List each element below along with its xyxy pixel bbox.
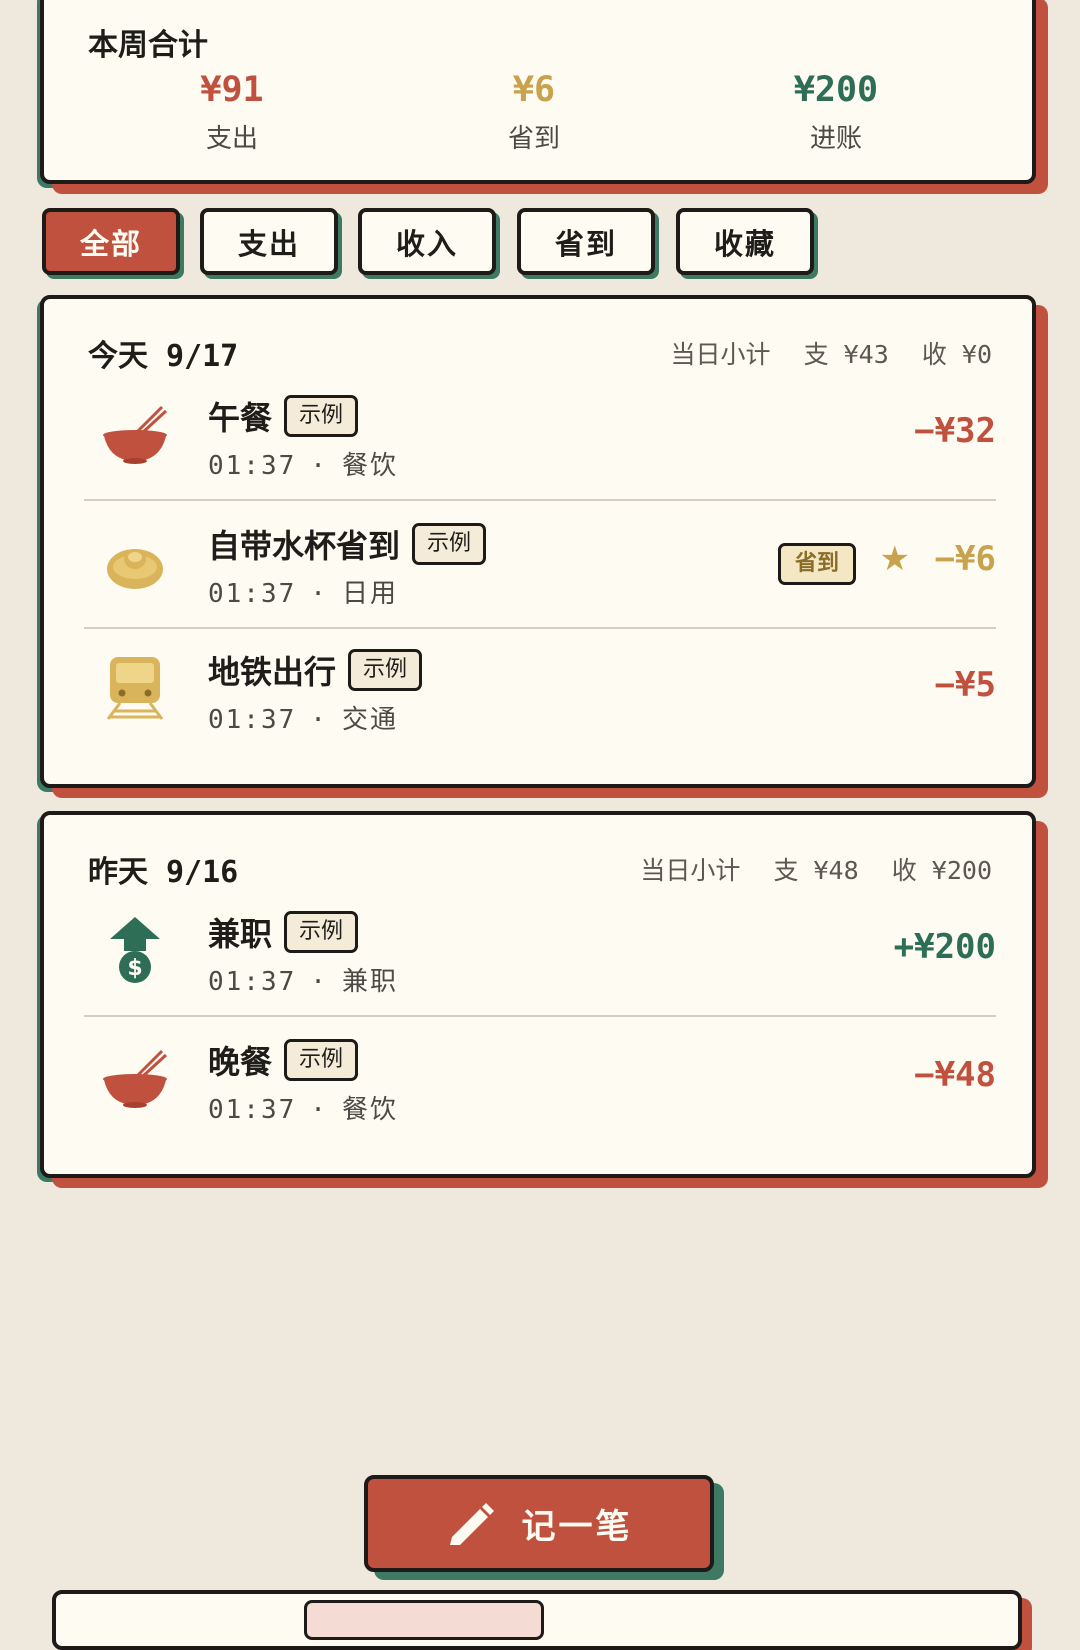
entry-time: 01:37 [208, 451, 297, 481]
entry-title: 午餐 [208, 399, 273, 437]
subtotal-label: 当日小计 [670, 340, 771, 369]
subtotal-expense: 支 ¥43 [803, 340, 889, 369]
entry-name: 自带水杯省到 示例 [208, 521, 487, 567]
day-label: 今天 [88, 339, 148, 374]
day-date: 9/17 [166, 339, 239, 374]
meta-separator: · [310, 451, 328, 481]
subtotal-income: 收 ¥200 [891, 856, 992, 885]
list-item[interactable]: 自带水杯省到 示例 01:37 · 日用 省到 ★ −¥6 [84, 503, 996, 629]
bottom-nav-active-tab[interactable] [304, 1600, 544, 1640]
summary-saved-label: 省到 [507, 124, 560, 154]
tab-income[interactable]: 收入 [358, 208, 496, 275]
list-item[interactable]: 午餐 示例 01:37 · 餐饮 −¥32 [84, 375, 996, 501]
list-item[interactable]: 晚餐 示例 01:37 · 餐饮 −¥48 [84, 1019, 996, 1145]
day-subtotal: 当日小计 支 ¥43 收 ¥0 [652, 335, 992, 371]
entry-meta: 01:37 · 餐饮 [208, 1089, 398, 1126]
entry-category: 交通 [341, 705, 398, 735]
entry-amount: −¥32 [914, 411, 996, 451]
day-subtotal: 当日小计 支 ¥48 收 ¥200 [622, 851, 992, 887]
entry-category: 兼职 [341, 967, 398, 997]
bottom-nav-bar [52, 1590, 1022, 1650]
star-icon[interactable]: ★ [880, 539, 910, 579]
svg-text:$: $ [127, 956, 142, 981]
record-button-label: 记一笔 [521, 1507, 633, 1547]
entry-title: 地铁出行 [208, 653, 337, 691]
ingot-icon [107, 549, 163, 589]
entry-time: 01:37 [208, 579, 297, 609]
entry-name: 兼职 示例 [208, 909, 359, 955]
entry-category: 餐饮 [341, 451, 398, 481]
list-item[interactable]: 地铁出行 示例 01:37 · 交通 −¥5 [84, 629, 996, 755]
entry-name: 午餐 示例 [208, 393, 359, 439]
summary-expense-value: ¥91 [200, 70, 264, 110]
subtotal-label: 当日小计 [640, 856, 741, 885]
bowl-icon [103, 1049, 168, 1108]
subtotal-expense: 支 ¥48 [773, 856, 859, 885]
summary-income-value: ¥200 [793, 70, 879, 110]
entry-category: 日用 [341, 579, 398, 609]
meta-separator: · [310, 579, 328, 609]
entry-title: 兼职 [208, 915, 273, 953]
entry-time: 01:37 [208, 1095, 297, 1125]
meta-separator: · [310, 967, 328, 997]
bowl-icon [103, 405, 168, 464]
meta-separator: · [310, 1095, 328, 1125]
entry-meta: 01:37 · 日用 [208, 573, 398, 610]
weekly-summary-card: 本周合计 ¥91 支出 ¥6 省到 ¥200 进账 [40, 0, 1036, 184]
day-group-yesterday: 昨天 9/16 当日小计 支 ¥48 收 ¥200 $ 兼职 示例 01:37 · 兼… [40, 811, 1036, 1178]
summary-saved: ¥6 省到 [434, 70, 634, 155]
tab-saved[interactable]: 省到 [517, 208, 655, 275]
meta-separator: · [310, 705, 328, 735]
entry-amount: −¥6 [934, 539, 996, 579]
day-label: 昨天 [88, 855, 148, 890]
summary-income: ¥200 进账 [736, 70, 936, 155]
entry-name: 地铁出行 示例 [208, 647, 423, 693]
entry-meta: 01:37 · 餐饮 [208, 445, 398, 482]
entry-time: 01:37 [208, 705, 297, 735]
summary-expense: ¥91 支出 [132, 70, 332, 155]
record-button[interactable]: 记一笔 [364, 1475, 714, 1572]
saved-tag: 省到 [777, 543, 856, 585]
summary-title: 本周合计 [88, 28, 208, 63]
summary-saved-value: ¥6 [512, 70, 556, 110]
example-badge: 示例 [284, 911, 359, 953]
pencil-icon [449, 1502, 494, 1545]
summary-income-label: 进账 [809, 124, 862, 154]
example-badge: 示例 [284, 395, 359, 437]
entry-meta: 01:37 · 交通 [208, 699, 398, 736]
entry-name: 晚餐 示例 [208, 1037, 359, 1083]
list-item[interactable]: $ 兼职 示例 01:37 · 兼职 +¥200 [84, 891, 996, 1017]
entry-category: 餐饮 [341, 1095, 398, 1125]
tab-expense[interactable]: 支出 [200, 208, 338, 275]
day-group-today: 今天 9/17 当日小计 支 ¥43 收 ¥0 午餐 示例 01:37 · 餐饮 −¥… [40, 295, 1036, 788]
entry-amount: −¥48 [914, 1055, 996, 1095]
train-icon [106, 657, 164, 720]
entry-amount: +¥200 [893, 927, 996, 967]
day-header: 昨天 9/16 [88, 847, 238, 891]
entry-amount: −¥5 [934, 665, 996, 705]
entry-title: 自带水杯省到 [208, 527, 401, 565]
example-badge: 示例 [412, 523, 487, 565]
day-header: 今天 9/17 [88, 331, 238, 375]
subtotal-income: 收 ¥0 [921, 340, 992, 369]
money-up-icon: $ [110, 917, 160, 983]
tab-favorites[interactable]: 收藏 [676, 208, 814, 275]
example-badge: 示例 [284, 1039, 359, 1081]
day-date: 9/16 [166, 855, 239, 890]
tab-all[interactable]: 全部 [42, 208, 180, 275]
entry-time: 01:37 [208, 967, 297, 997]
entry-title: 晚餐 [208, 1043, 273, 1081]
example-badge: 示例 [348, 649, 423, 691]
summary-expense-label: 支出 [205, 124, 258, 154]
entry-meta: 01:37 · 兼职 [208, 961, 398, 998]
